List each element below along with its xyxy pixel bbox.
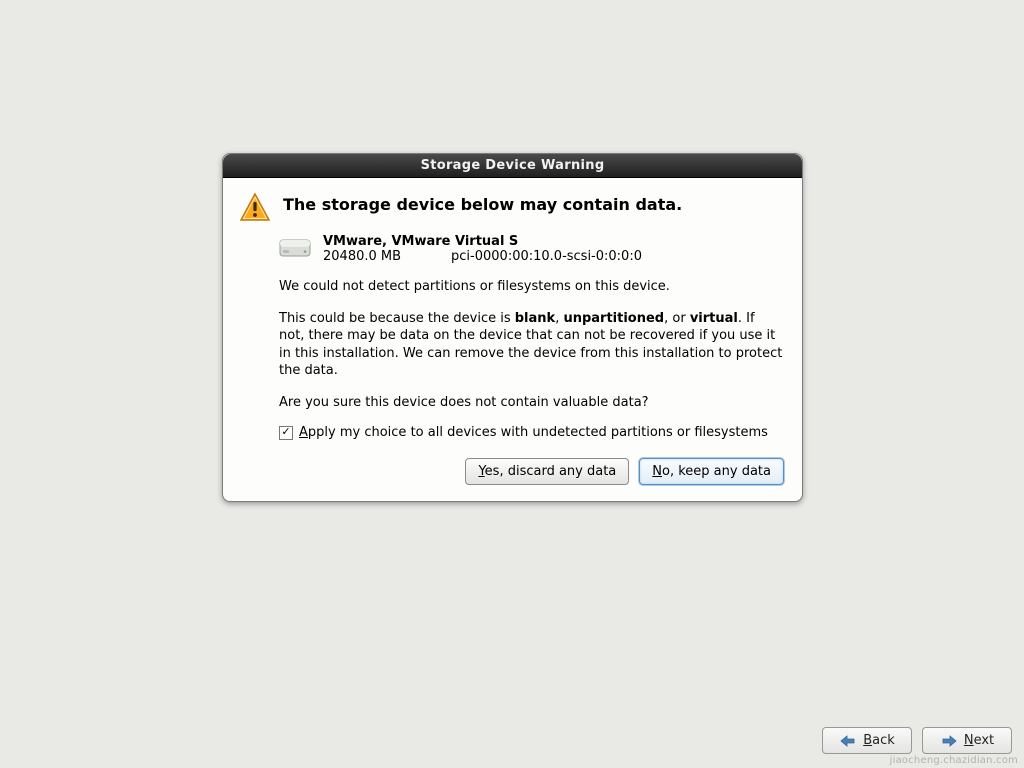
dialog-paragraph-3: Are you sure this device does not contai…	[279, 394, 784, 412]
back-button[interactable]: Back	[822, 727, 912, 754]
apply-all-checkbox-label: Apply my choice to all devices with unde…	[299, 425, 768, 440]
device-path: pci-0000:00:10.0-scsi-0:0:0:0	[451, 249, 642, 264]
arrow-left-icon	[839, 734, 857, 748]
arrow-right-icon	[940, 734, 958, 748]
wizard-nav-buttons: Back Next	[822, 727, 1012, 754]
device-info-row: VMware, VMware Virtual S 20480.0 MB pci-0…	[279, 234, 784, 264]
apply-all-checkbox[interactable]	[279, 426, 293, 440]
dialog-header-text: The storage device below may contain dat…	[283, 192, 682, 214]
storage-warning-dialog: Storage Device Warning The storage devic…	[222, 153, 803, 502]
yes-discard-button[interactable]: Yes, discard any data	[465, 458, 629, 485]
warning-icon	[239, 192, 271, 224]
dialog-paragraph-1: We could not detect partitions or filesy…	[279, 278, 784, 296]
no-keep-button[interactable]: No, keep any data	[639, 458, 784, 485]
next-button[interactable]: Next	[922, 727, 1012, 754]
apply-all-checkbox-row[interactable]: Apply my choice to all devices with unde…	[279, 425, 784, 440]
dialog-paragraph-2: This could be because the device is blan…	[279, 310, 784, 380]
device-details: 20480.0 MB pci-0000:00:10.0-scsi-0:0:0:0	[323, 249, 642, 264]
device-name: VMware, VMware Virtual S	[323, 234, 642, 249]
dialog-titlebar: Storage Device Warning	[223, 154, 802, 178]
dialog-body: The storage device below may contain dat…	[223, 178, 802, 501]
hard-drive-icon	[279, 236, 311, 260]
watermark-text: jiaocheng.chazidian.com	[890, 755, 1018, 766]
device-size: 20480.0 MB	[323, 249, 401, 264]
